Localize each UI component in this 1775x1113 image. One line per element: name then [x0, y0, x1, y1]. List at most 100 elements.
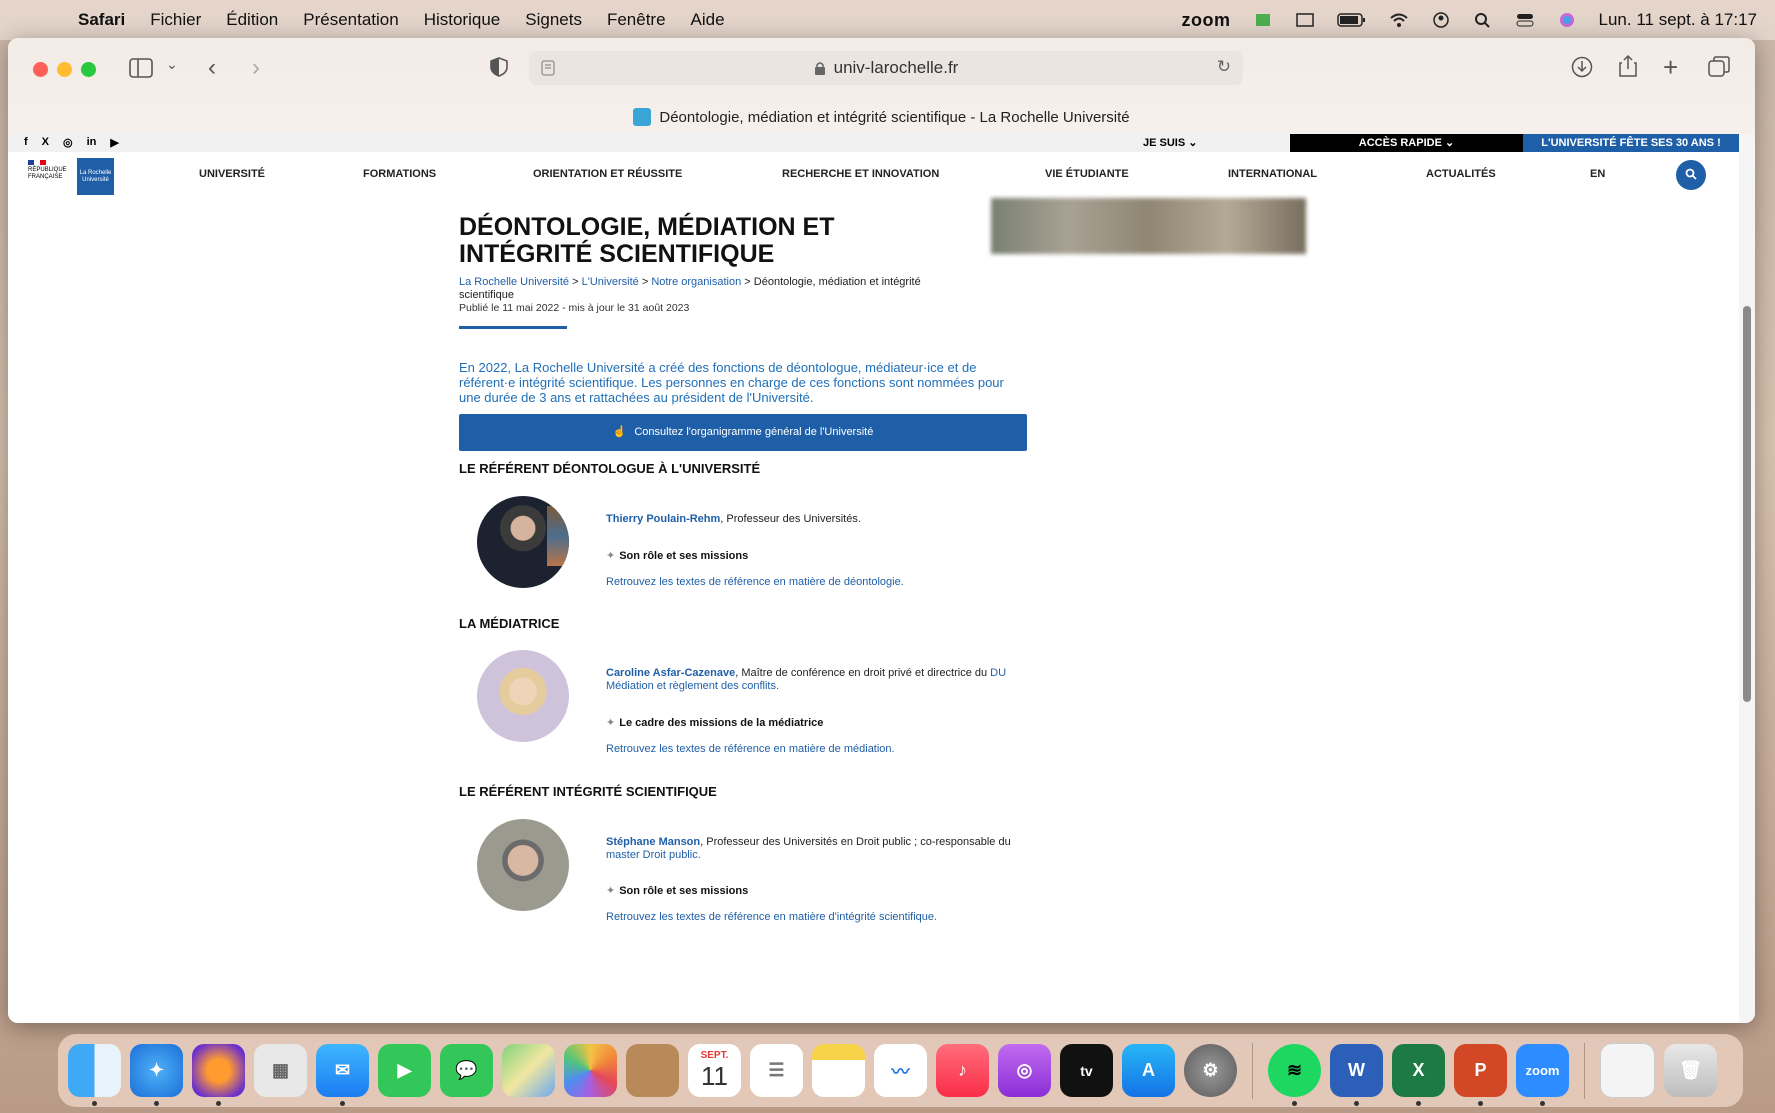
contacts-icon[interactable]	[626, 1044, 679, 1097]
facebook-icon[interactable]: f	[24, 136, 28, 149]
finder-icon[interactable]	[68, 1044, 121, 1106]
mail-icon[interactable]: ✉	[316, 1044, 369, 1106]
launchpad-icon[interactable]: ▦	[254, 1044, 307, 1097]
nav-orientation[interactable]: ORIENTATION ET RÉUSSITE	[533, 168, 682, 180]
minimize-window-button[interactable]	[57, 62, 72, 77]
menu-presentation[interactable]: Présentation	[303, 10, 398, 30]
podcasts-icon[interactable]: ◎	[998, 1044, 1051, 1097]
republique-francaise-logo[interactable]: RÉPUBLIQUE FRANÇAISE	[28, 160, 68, 181]
word-icon[interactable]: W	[1330, 1044, 1383, 1106]
nav-formations[interactable]: FORMATIONS	[363, 168, 436, 180]
app-store-icon[interactable]: A	[1122, 1044, 1175, 1097]
scrollbar-thumb[interactable]	[1743, 306, 1751, 702]
linkedin-icon[interactable]: in	[87, 136, 97, 149]
maps-icon[interactable]	[502, 1044, 555, 1097]
messages-icon[interactable]: 💬	[440, 1044, 493, 1097]
display-icon[interactable]	[1295, 12, 1315, 28]
vertical-scrollbar[interactable]	[1739, 134, 1755, 1023]
control-center-icon[interactable]	[1515, 12, 1535, 28]
tab-overview-icon[interactable]	[1708, 56, 1730, 78]
reader-icon[interactable]	[541, 60, 555, 76]
new-tab-icon[interactable]: +	[1663, 52, 1678, 83]
spotify-icon[interactable]: ≋	[1268, 1044, 1321, 1106]
forward-button[interactable]: ›	[252, 54, 260, 82]
acces-rapide-dropdown[interactable]: ACCÈS RAPIDE ⌄	[1290, 134, 1523, 152]
reference-texts-link[interactable]: Retrouvez les textes de référence en mat…	[606, 743, 895, 755]
breadcrumb-universite[interactable]: L'Université	[582, 276, 639, 288]
siri-icon[interactable]	[1557, 12, 1577, 28]
person-name-link[interactable]: Stéphane Manson	[606, 836, 700, 848]
nav-international[interactable]: INTERNATIONAL	[1228, 168, 1317, 180]
calendar-icon[interactable]: SEPT. 11	[688, 1044, 741, 1097]
zoom-status[interactable]: zoom	[1182, 10, 1231, 31]
mission-toggle[interactable]: ✦ Son rôle et ses missions	[606, 884, 748, 897]
fullscreen-window-button[interactable]	[81, 62, 96, 77]
site-search-button[interactable]	[1676, 160, 1706, 190]
reminders-icon[interactable]: ☰	[750, 1044, 803, 1097]
menu-edition[interactable]: Édition	[226, 10, 278, 30]
x-twitter-icon[interactable]: X	[42, 136, 49, 149]
reference-texts-link[interactable]: Retrouvez les textes de référence en mat…	[606, 911, 937, 923]
url-text[interactable]: univ-larochelle.fr	[834, 58, 959, 78]
user-icon[interactable]	[1431, 12, 1451, 28]
breadcrumb-home[interactable]: La Rochelle Université	[459, 276, 569, 288]
freeform-icon[interactable]: 〰	[874, 1044, 927, 1097]
download-icon[interactable]	[1571, 56, 1593, 78]
spotlight-search-icon[interactable]	[1473, 12, 1493, 28]
notes-icon[interactable]	[812, 1044, 865, 1097]
excel-icon[interactable]: X	[1392, 1044, 1445, 1106]
active-tab[interactable]: Déontologie, médiation et intégrité scie…	[8, 108, 1755, 126]
clock-datetime[interactable]: Lun. 11 sept. à 17:17	[1599, 10, 1757, 30]
photos-icon[interactable]	[564, 1044, 617, 1097]
share-icon[interactable]	[1618, 54, 1638, 78]
mission-toggle[interactable]: ✦ Le cadre des missions de la médiatrice	[606, 716, 823, 729]
battery-icon[interactable]	[1336, 12, 1367, 28]
la-rochelle-universite-logo[interactable]: La Rochelle Université	[77, 158, 114, 195]
powerpoint-icon[interactable]: P	[1454, 1044, 1507, 1106]
apple-tv-icon[interactable]: tv	[1060, 1044, 1113, 1097]
youtube-icon[interactable]: ▶	[110, 136, 118, 149]
preview-window-thumbnail[interactable]	[1600, 1043, 1655, 1098]
master-droit-public-link[interactable]: master Droit public.	[606, 849, 701, 861]
chevron-down-icon[interactable]: ⌄	[166, 56, 178, 73]
publication-date: Publié le 11 mai 2022 - mis à jour le 31…	[459, 302, 690, 314]
menu-app-safari[interactable]: Safari	[78, 10, 125, 30]
breadcrumb-organisation[interactable]: Notre organisation	[651, 276, 741, 288]
plus-icon: ✦	[606, 717, 616, 729]
mission-toggle[interactable]: ✦ Son rôle et ses missions	[606, 549, 748, 562]
sidebar-toggle-icon[interactable]	[129, 58, 153, 78]
trash-icon[interactable]: 🗑	[1664, 1044, 1717, 1097]
status-area: zoom Lun. 11 sept. à 17:17	[1182, 0, 1757, 40]
nav-recherche[interactable]: RECHERCHE ET INNOVATION	[782, 168, 939, 180]
menu-historique[interactable]: Historique	[424, 10, 501, 30]
firefox-icon[interactable]	[192, 1044, 245, 1106]
reload-icon[interactable]: ↻	[1217, 57, 1231, 77]
menu-signets[interactable]: Signets	[525, 10, 582, 30]
instagram-icon[interactable]: ◎	[63, 136, 73, 149]
music-icon[interactable]: ♪	[936, 1044, 989, 1097]
wifi-icon[interactable]	[1389, 12, 1409, 28]
menu-fichier[interactable]: Fichier	[150, 10, 201, 30]
person-name-link[interactable]: Caroline Asfar-Cazenave	[606, 667, 735, 679]
title-underline	[459, 326, 567, 329]
menu-fenetre[interactable]: Fenêtre	[607, 10, 666, 30]
facetime-icon[interactable]: ▶	[378, 1044, 431, 1097]
person-name-link[interactable]: Thierry Poulain-Rehm	[606, 513, 720, 525]
nav-vie-etudiante[interactable]: VIE ÉTUDIANTE	[1045, 168, 1129, 180]
je-suis-dropdown[interactable]: JE SUIS ⌄	[1143, 136, 1197, 149]
close-window-button[interactable]	[33, 62, 48, 77]
menu-aide[interactable]: Aide	[691, 10, 725, 30]
nav-language-en[interactable]: EN	[1590, 168, 1605, 180]
organigramme-button[interactable]: ☝ Consultez l'organigramme général de l'U…	[459, 414, 1027, 451]
anniversary-banner-link[interactable]: L'UNIVERSITÉ FÊTE SES 30 ANS !	[1523, 134, 1739, 152]
system-settings-icon[interactable]: ⚙	[1184, 1044, 1237, 1097]
address-bar[interactable]: univ-larochelle.fr ↻	[529, 51, 1243, 85]
nav-actualites[interactable]: ACTUALITÉS	[1426, 168, 1496, 180]
zoom-app-icon[interactable]: zoom	[1516, 1044, 1569, 1106]
nav-universite[interactable]: UNIVERSITÉ	[199, 168, 265, 180]
privacy-shield-icon[interactable]	[490, 57, 508, 77]
safari-icon[interactable]: ✦	[130, 1044, 183, 1106]
back-button[interactable]: ‹	[208, 54, 216, 82]
printer-icon[interactable]	[1253, 12, 1273, 28]
reference-texts-link[interactable]: Retrouvez les textes de référence en mat…	[606, 576, 904, 588]
